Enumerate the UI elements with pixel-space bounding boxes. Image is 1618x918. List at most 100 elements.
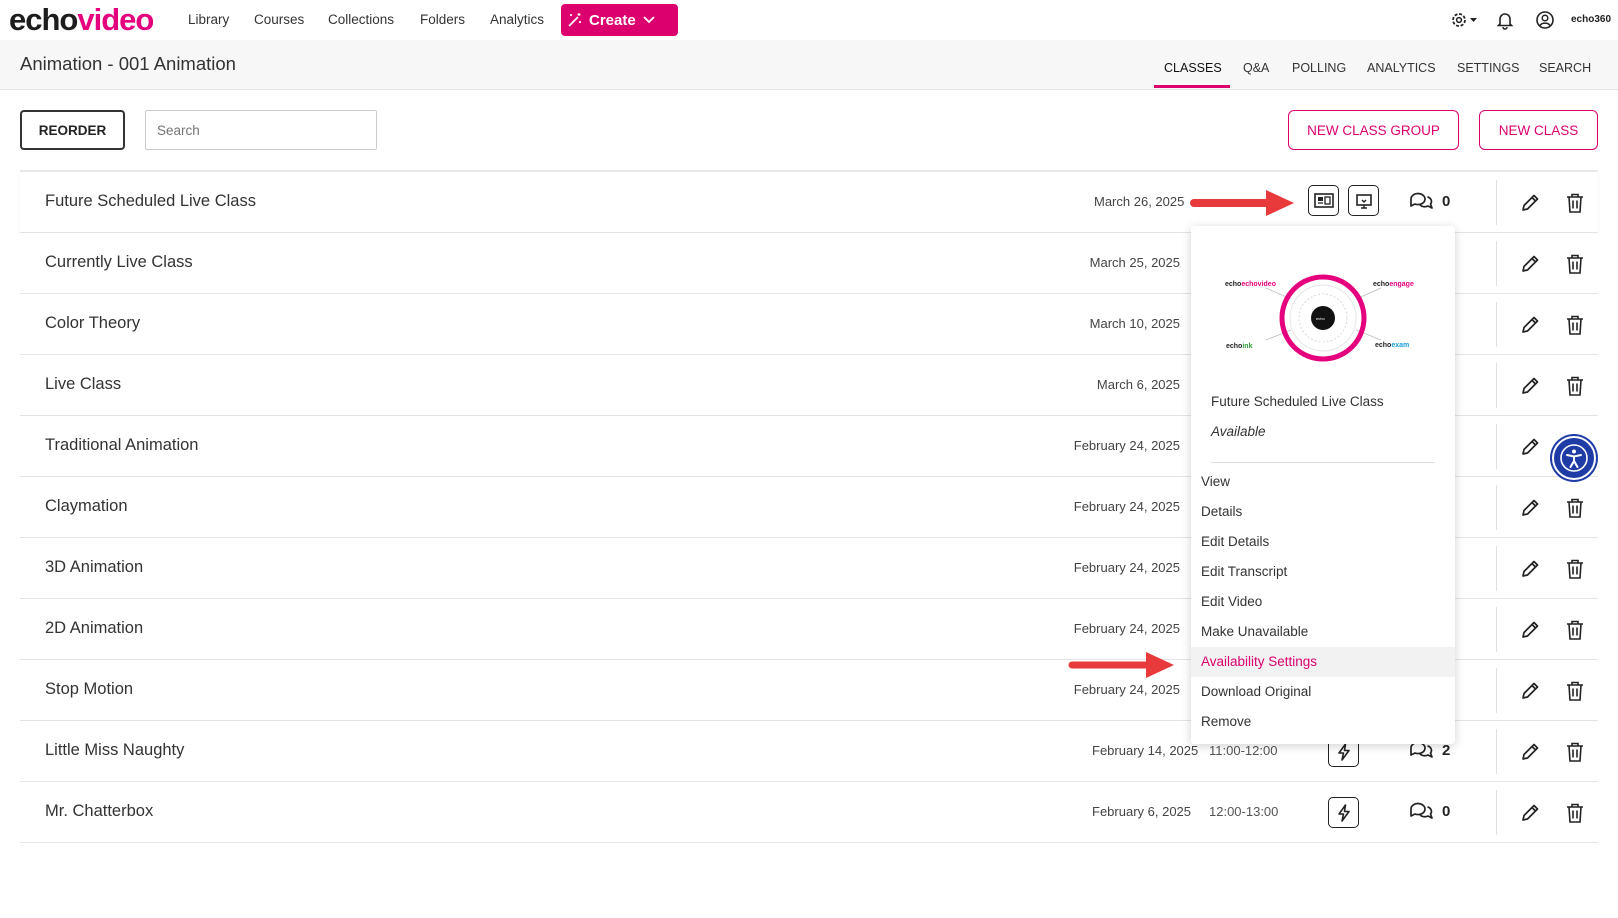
nav-library[interactable]: Library [188,12,229,27]
nav-analytics[interactable]: Analytics [490,12,544,27]
edit-icon[interactable] [1519,375,1541,397]
magic-wand-icon [568,13,581,27]
class-row[interactable]: Future Scheduled Live Class March 26, 202… [20,172,1598,233]
presentation-button[interactable] [1348,185,1379,216]
menu-item-edit-video[interactable]: Edit Video [1191,587,1455,617]
media-button[interactable] [1308,185,1339,216]
class-title[interactable]: Mr. Chatterbox [45,802,153,821]
trash-icon[interactable] [1565,741,1585,763]
create-button[interactable]: Create [561,4,678,36]
tab-settings[interactable]: SETTINGS [1457,61,1520,75]
row-action-divider [1496,180,1497,225]
echovideo-logo[interactable]: echovideo [9,2,154,38]
page-title: Animation - 001 Animation [20,53,236,74]
create-label: Create [589,11,636,29]
menu-item-remove[interactable]: Remove [1191,707,1455,737]
class-time: 12:00-13:00 [1209,804,1279,819]
class-title[interactable]: Stop Motion [45,680,133,699]
edit-icon[interactable] [1519,314,1541,336]
class-title[interactable]: Traditional Animation [45,436,198,455]
tab-polling[interactable]: POLLING [1292,61,1346,75]
nav-folders[interactable]: Folders [420,12,465,27]
logo-part-video: video [77,2,154,37]
media-icon [1313,192,1334,208]
class-date: February 24, 2025 [1073,560,1180,575]
qa-button[interactable]: 0 [1408,800,1450,822]
class-time: 11:00-12:00 [1209,743,1278,758]
trash-icon[interactable] [1565,558,1585,580]
top-navbar: echovideo Library Courses Collections Fo… [0,0,1618,40]
menu-item-download-original[interactable]: Download Original [1191,677,1455,707]
edit-icon[interactable] [1519,497,1541,519]
svg-text:echoink: echoink [1226,343,1253,350]
chat-icon [1410,192,1433,209]
annotation-arrow-right-icon [1190,190,1294,216]
user-icon[interactable] [1535,10,1555,30]
class-title[interactable]: Claymation [45,497,128,516]
menu-item-availability-settings[interactable]: Availability Settings [1191,647,1455,677]
tab-search[interactable]: SEARCH [1539,61,1591,75]
edit-icon[interactable] [1519,802,1541,824]
menu-divider [1211,462,1435,463]
class-title[interactable]: Currently Live Class [45,253,193,272]
new-class-group-button[interactable]: NEW CLASS GROUP [1288,110,1459,150]
edit-icon[interactable] [1519,192,1541,214]
row-action-divider [1496,485,1497,530]
svg-text:echoechovideo: echoechovideo [1225,281,1276,288]
trash-icon[interactable] [1565,497,1585,519]
trash-icon[interactable] [1565,680,1585,702]
menu-item-view[interactable]: View [1191,467,1455,497]
accessibility-button[interactable] [1552,436,1596,480]
settings-icon[interactable] [1450,10,1480,30]
new-class-button[interactable]: NEW CLASS [1479,110,1598,150]
edit-icon[interactable] [1519,741,1541,763]
menu-item-edit-transcript[interactable]: Edit Transcript [1191,557,1455,587]
lightning-icon [1337,803,1350,822]
row-action-divider [1496,302,1497,347]
presentation-icon [1355,193,1372,209]
edit-icon[interactable] [1519,680,1541,702]
menu-item-edit-details[interactable]: Edit Details [1191,527,1455,557]
class-title[interactable]: Little Miss Naughty [45,741,184,760]
trash-icon[interactable] [1565,375,1585,397]
edit-icon[interactable] [1519,436,1541,458]
tab-analytics[interactable]: ANALYTICS [1367,61,1436,75]
menu-item-make-unavailable[interactable]: Make Unavailable [1191,617,1455,647]
live-class-button[interactable] [1328,797,1359,828]
class-row[interactable]: Mr. Chatterbox February 6, 2025 12:00-13:0… [20,782,1598,843]
class-date: February 24, 2025 [1073,682,1180,697]
logo-part-echo: echo [9,2,78,37]
menu-item-details[interactable]: Details [1191,497,1455,527]
qa-button[interactable]: 0 [1408,190,1450,212]
tab-qa[interactable]: Q&A [1243,61,1269,75]
reorder-button[interactable]: REORDER [20,110,125,150]
nav-collections[interactable]: Collections [328,12,394,27]
bell-icon[interactable] [1495,10,1515,30]
row-action-divider [1496,607,1497,652]
active-tab-indicator [1154,85,1230,88]
nav-courses[interactable]: Courses [254,12,304,27]
class-title[interactable]: 3D Animation [45,558,143,577]
class-title[interactable]: Color Theory [45,314,140,333]
trash-icon[interactable] [1565,192,1585,214]
svg-text:echo: echo [1316,316,1325,321]
trash-icon[interactable] [1565,802,1585,824]
edit-icon[interactable] [1519,558,1541,580]
svg-text:echoengage: echoengage [1373,281,1414,288]
course-header: Animation - 001 Animation CLASSES Q&A PO… [0,40,1618,90]
row-action-divider [1496,424,1497,469]
trash-icon[interactable] [1565,253,1585,275]
edit-icon[interactable] [1519,619,1541,641]
qa-count: 0 [1442,192,1451,210]
trash-icon[interactable] [1565,314,1585,336]
tab-classes[interactable]: CLASSES [1164,61,1222,75]
edit-icon[interactable] [1519,253,1541,275]
class-title[interactable]: 2D Animation [45,619,143,638]
search-input[interactable] [145,110,377,150]
trash-icon[interactable] [1565,619,1585,641]
row-action-divider [1496,363,1497,408]
class-title[interactable]: Future Scheduled Live Class [45,192,256,211]
class-title[interactable]: Live Class [45,375,121,394]
class-date: March 25, 2025 [1089,255,1180,270]
class-date: March 26, 2025 [1094,194,1185,209]
